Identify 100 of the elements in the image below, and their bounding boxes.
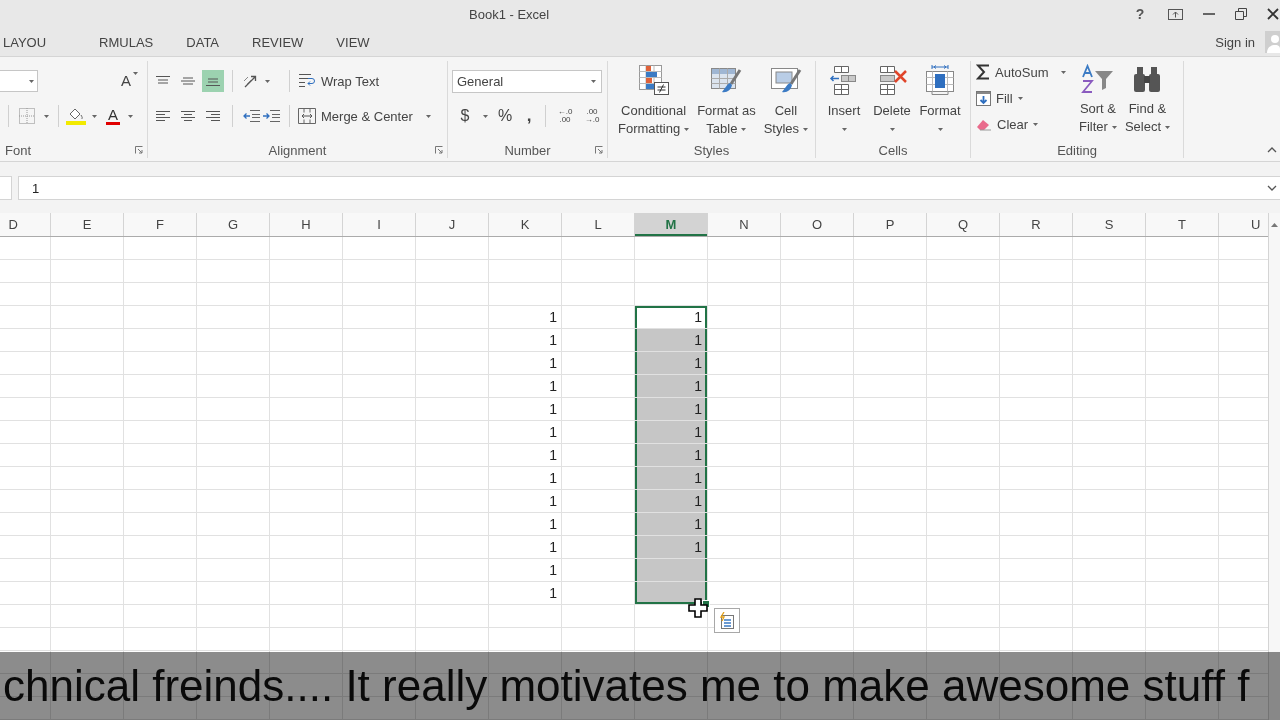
dialog-launcher-icon[interactable] [435, 146, 443, 154]
styles-button[interactable]: Format as Table [693, 64, 760, 142]
close-icon[interactable] [1267, 8, 1279, 20]
column-header[interactable]: O [781, 213, 854, 236]
spreadsheet-cell[interactable]: 1 [635, 352, 708, 374]
spreadsheet-cell[interactable]: 1 [635, 329, 708, 351]
dialog-launcher-icon[interactable] [595, 146, 603, 154]
increase-indent-icon [262, 110, 280, 122]
editing-button[interactable]: Fill [976, 87, 1075, 109]
formula-bar-field[interactable]: 1 [18, 176, 1280, 200]
spreadsheet-cell[interactable]: 1 [635, 306, 708, 328]
merge-center-button[interactable]: Merge & Center [298, 108, 431, 124]
spreadsheet-cell[interactable]: 1 [489, 306, 562, 328]
column-header[interactable]: R [1000, 213, 1073, 236]
quick-analysis-button[interactable] [714, 608, 740, 633]
increase-decimal-button[interactable]: .00 →.0 [581, 108, 603, 124]
column-header[interactable]: D [0, 213, 51, 236]
spreadsheet-cell[interactable]: 1 [489, 421, 562, 443]
editing-button[interactable]: Sort & Filter [1075, 61, 1121, 142]
spreadsheet-cell[interactable]: 1 [635, 490, 708, 512]
caret-icon [889, 127, 895, 131]
column-header[interactable]: N [708, 213, 781, 236]
decrease-decimal-button[interactable]: ←.0 .00 [554, 108, 576, 124]
spreadsheet-cell[interactable]: 1 [635, 536, 708, 558]
fill-color-button[interactable] [66, 107, 100, 125]
font-name-field[interactable] [0, 70, 38, 92]
currency-dropdown-button[interactable] [480, 114, 490, 118]
spreadsheet-cell[interactable]: 1 [489, 536, 562, 558]
spreadsheet-cell[interactable] [635, 559, 708, 581]
sign-in-link[interactable]: Sign in [1215, 28, 1255, 56]
spreadsheet-cell[interactable]: 1 [635, 467, 708, 489]
increase-indent-button[interactable] [261, 110, 281, 122]
spreadsheet-cell[interactable]: 1 [635, 513, 708, 535]
group-label: Number [504, 142, 551, 158]
column-header[interactable]: H [270, 213, 343, 236]
column-header[interactable]: J [416, 213, 489, 236]
column-header[interactable]: I [343, 213, 416, 236]
currency-button[interactable]: $ [457, 107, 473, 125]
spreadsheet-cell[interactable]: 1 [489, 444, 562, 466]
collapse-ribbon-icon[interactable] [1267, 147, 1277, 153]
cells-button[interactable]: Insert [820, 64, 868, 142]
spreadsheet-cell[interactable]: 1 [489, 467, 562, 489]
vertical-scrollbar[interactable] [1268, 213, 1280, 720]
window-title: Book1 - Excel [469, 6, 550, 22]
spreadsheet-cell[interactable]: 1 [489, 513, 562, 535]
ribbon-display-options-icon[interactable] [1168, 8, 1183, 20]
spreadsheet-cell[interactable]: 1 [489, 398, 562, 420]
spreadsheet-cell[interactable]: 1 [489, 490, 562, 512]
scroll-up-icon[interactable] [1271, 223, 1278, 227]
spreadsheet-cell[interactable]: 1 [635, 444, 708, 466]
spreadsheet-cell[interactable]: 1 [489, 352, 562, 374]
column-header[interactable]: M [635, 213, 708, 236]
eraser-icon [976, 117, 992, 131]
column-header[interactable]: P [854, 213, 927, 236]
font-color-button[interactable]: A [106, 107, 133, 125]
comma-style-button[interactable]: , [521, 106, 537, 126]
expand-formula-bar-icon[interactable] [1267, 185, 1277, 191]
caret-icon [128, 114, 133, 118]
ribbon-tab[interactable]: LAYOU [0, 28, 63, 56]
ribbon-tab[interactable]: REVIEW [235, 28, 320, 56]
dialog-launcher-icon[interactable] [135, 146, 143, 154]
spreadsheet-cell[interactable]: 1 [489, 559, 562, 581]
editing-button[interactable]: Find & Select [1120, 61, 1175, 142]
column-header[interactable]: G [197, 213, 270, 236]
styles-button[interactable]: Conditional Formatting [614, 64, 694, 142]
column-header[interactable]: K [489, 213, 562, 236]
ribbon-tab[interactable]: RMULAS [62, 28, 170, 56]
number-format-dropdown[interactable]: General [452, 69, 602, 93]
editing-button[interactable]: AutoSum [976, 61, 1075, 83]
help-button[interactable]: ? [1132, 6, 1148, 22]
decrease-indent-button[interactable] [241, 110, 261, 122]
editing-button[interactable]: Clear [976, 113, 1075, 135]
ribbon-tab[interactable]: DATA [169, 28, 236, 56]
align-left-icon [156, 111, 170, 121]
vertical-align-button[interactable] [202, 70, 224, 92]
name-box-field[interactable] [0, 176, 12, 200]
column-header[interactable]: T [1146, 213, 1219, 236]
borders-icon [19, 108, 35, 124]
percent-button[interactable]: % [497, 107, 513, 125]
spreadsheet-cell[interactable]: 1 [635, 375, 708, 397]
column-header[interactable]: S [1073, 213, 1146, 236]
slanted-arrow-icon [243, 73, 259, 89]
column-header[interactable]: Q [927, 213, 1000, 236]
spreadsheet-cell[interactable]: 1 [635, 421, 708, 443]
restore-icon[interactable] [1235, 8, 1247, 20]
column-header[interactable]: U [1219, 213, 1268, 236]
column-header[interactable]: F [124, 213, 197, 236]
styles-button[interactable]: Cell Styles [759, 64, 813, 142]
spreadsheet-cell[interactable]: 1 [489, 582, 562, 604]
wrap-text-button[interactable]: Wrap Text [298, 73, 380, 89]
column-header[interactable]: E [51, 213, 124, 236]
spreadsheet-cell[interactable]: 1 [489, 375, 562, 397]
decrease-indent-icon [242, 110, 260, 122]
cells-button[interactable]: Delete [868, 64, 916, 142]
ribbon-tab[interactable]: VIEW [319, 28, 387, 56]
spreadsheet-cell[interactable]: 1 [489, 329, 562, 351]
cells-button[interactable]: Format [916, 64, 964, 142]
caret-icon [591, 79, 596, 83]
increase-font-size-button[interactable]: A [121, 72, 138, 90]
spreadsheet-cell[interactable]: 1 [635, 398, 708, 420]
